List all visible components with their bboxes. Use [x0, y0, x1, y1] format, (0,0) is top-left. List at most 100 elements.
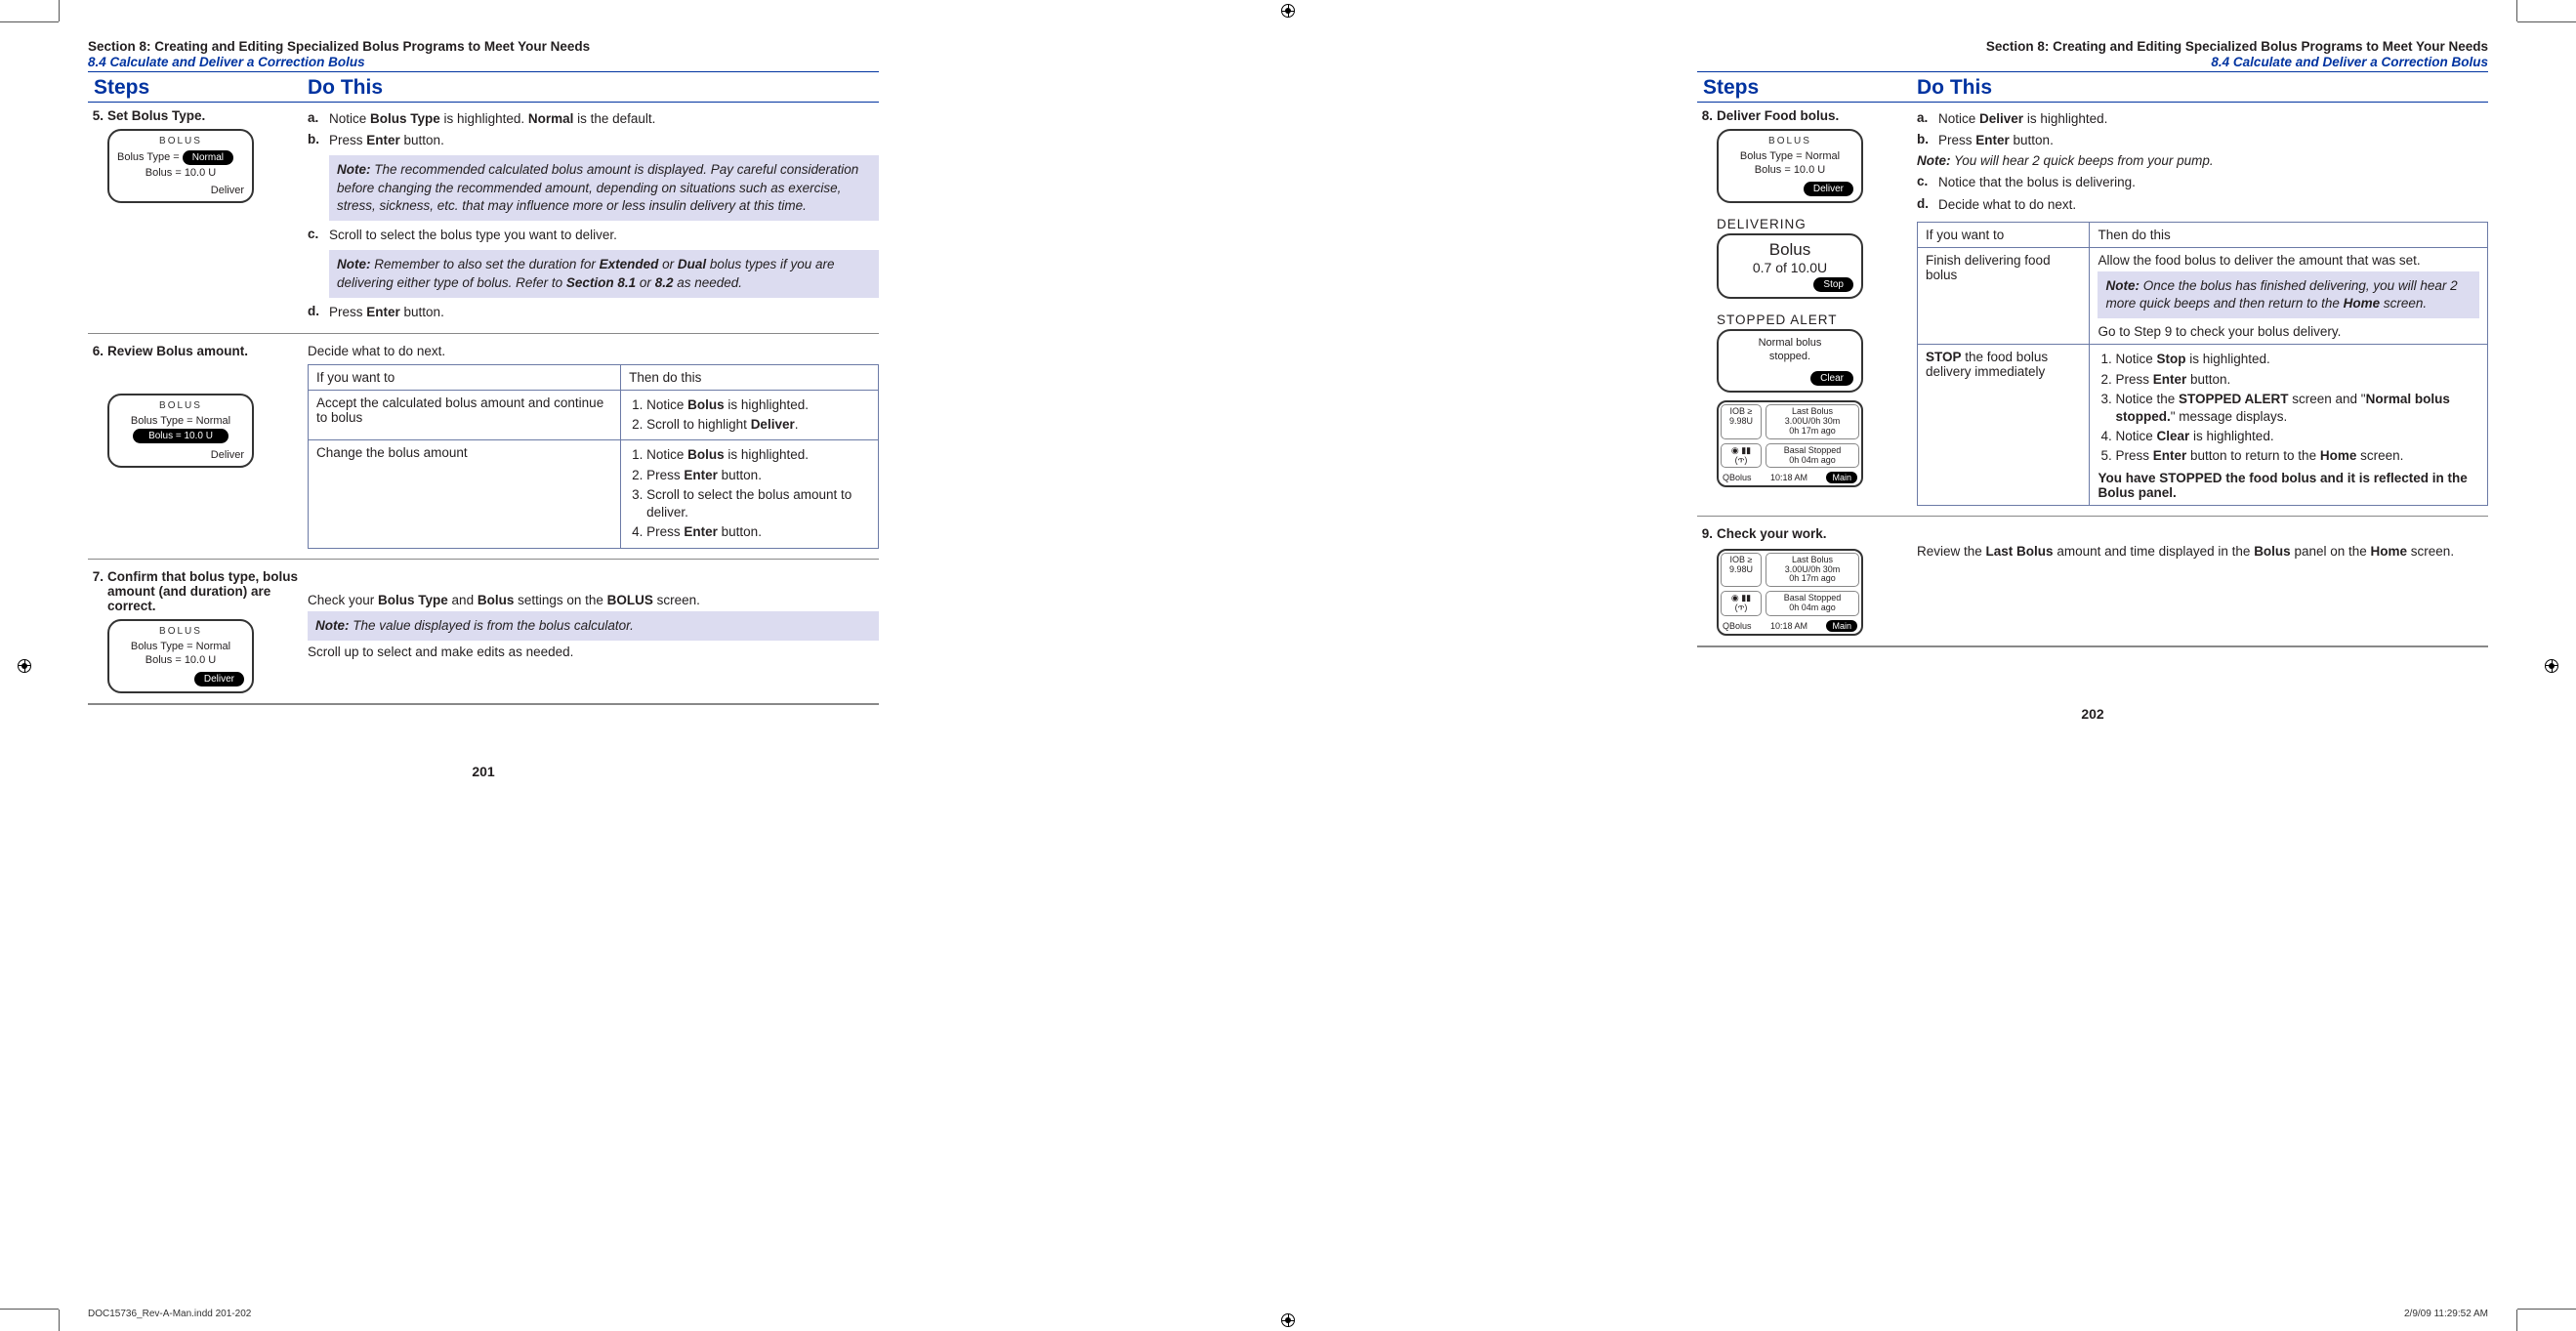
- home-footer-pill: Main: [1826, 472, 1857, 483]
- substep-label: b.: [1917, 132, 1938, 149]
- substep-text: Decide what to do next.: [1938, 196, 2488, 214]
- table-cell: Change the bolus amount: [309, 440, 621, 548]
- body-text: Check your Bolus Type and Bolus settings…: [308, 593, 879, 607]
- signal-icon: (ጥ): [1735, 603, 1748, 612]
- home-footer-time: 10:18 AM: [1770, 473, 1807, 482]
- screen-line: Bolus Type =: [117, 151, 183, 163]
- note-box: Note: The value displayed is from the bo…: [308, 611, 879, 641]
- device-screen-bolus-confirm: BOLUS Bolus Type = Normal Bolus = 10.0 U…: [107, 619, 254, 693]
- device-screen-bolus-deliver: BOLUS Bolus Type = Normal Bolus = 10.0 U…: [1717, 129, 1863, 203]
- home-iob-label: IOB ≥: [1730, 406, 1753, 416]
- step-6-number: 6.: [92, 344, 107, 358]
- step-9-row: 9.Check your work. IOB ≥9.98U Last Bolus…: [1697, 522, 2488, 640]
- registration-mark-right: [2545, 659, 2558, 673]
- crop-cut-mark: [59, 0, 60, 21]
- substep-label: d.: [1917, 196, 1938, 214]
- header-rule: [1697, 102, 2488, 103]
- device-screen-bolus-select-type: BOLUS Bolus Type = Normal Bolus = 10.0 U…: [107, 129, 254, 203]
- battery-icon: ◉ ▮▮: [1731, 445, 1751, 455]
- registration-mark-bottom: [1281, 1313, 1295, 1327]
- home-last-bolus-line: 0h 17m ago: [1789, 573, 1836, 583]
- crop-cut-mark: [2517, 21, 2576, 22]
- column-header-do-this: Do This: [1917, 76, 2488, 100]
- home-basal-line: 0h 04m ago: [1789, 603, 1836, 612]
- step-8-row: 8.Deliver Food bolus. BOLUS Bolus Type =…: [1697, 104, 2488, 510]
- step-separator: [88, 559, 879, 560]
- table-cell: Accept the calculated bolus amount and c…: [309, 390, 621, 439]
- screen-softkey: Deliver: [109, 447, 252, 461]
- home-basal-title: Basal Stopped: [1784, 445, 1842, 455]
- device-screen-bolus-amount: BOLUS Bolus Type = Normal Bolus = 10.0 U…: [107, 394, 254, 468]
- decision-table: If you want toThen do this Accept the ca…: [308, 364, 879, 549]
- step-intro: Decide what to do next.: [308, 344, 879, 358]
- step-5-number: 5.: [92, 108, 107, 123]
- header-rule: [88, 102, 879, 103]
- slug-line-right: 2/9/09 11:29:52 AM: [2404, 1309, 2488, 1319]
- home-iob-label: IOB ≥: [1730, 555, 1753, 564]
- header-rule: [88, 71, 879, 72]
- screen-title: BOLUS: [109, 136, 252, 146]
- home-last-bolus-line: 0h 17m ago: [1789, 426, 1836, 436]
- screen-title: BOLUS: [109, 400, 252, 411]
- table-footer-bold: You have STOPPED the food bolus and it i…: [2098, 471, 2479, 500]
- crop-cut-mark: [2516, 0, 2517, 21]
- substep-label: d.: [308, 304, 329, 321]
- substep-label: a.: [308, 110, 329, 128]
- device-screen-delivering: Bolus 0.7 of 10.0U Stop: [1717, 233, 1863, 299]
- table-cell: Notice Stop is highlighted. Press Enter …: [2090, 345, 2488, 505]
- section-title: Section 8: Creating and Editing Speciali…: [1697, 39, 2488, 54]
- table-header: Then do this: [2090, 222, 2488, 247]
- home-last-bolus-line: 3.00U/0h 30m: [1785, 564, 1841, 574]
- screen-highlight-pill: Bolus = 10.0 U: [133, 429, 229, 443]
- decision-table: If you want toThen do this Finish delive…: [1917, 222, 2488, 506]
- screen-softkey-pill: Clear: [1810, 371, 1853, 386]
- home-footer-pill: Main: [1826, 620, 1857, 632]
- section-subtitle: 8.4 Calculate and Deliver a Correction B…: [1697, 55, 2488, 69]
- step-5-row: 5.Set Bolus Type. BOLUS Bolus Type = Nor…: [88, 104, 879, 327]
- screen-softkey-pill: Stop: [1813, 277, 1853, 292]
- device-screen-home: IOB ≥9.98U Last Bolus3.00U/0h 30m0h 17m …: [1717, 549, 1863, 636]
- step-5-title: Set Bolus Type.: [107, 108, 205, 123]
- home-last-bolus-title: Last Bolus: [1792, 406, 1833, 416]
- step-7-row: 7.Confirm that bolus type, bolus amount …: [88, 565, 879, 697]
- step-7-title: Confirm that bolus type, bolus amount (a…: [107, 569, 298, 613]
- substep-text: Press Enter button.: [329, 132, 879, 149]
- crop-cut-mark: [59, 1310, 60, 1331]
- section-title: Section 8: Creating and Editing Speciali…: [88, 39, 879, 54]
- screen-line: Bolus Type = Normal: [117, 640, 244, 653]
- home-footer-left: QBolus: [1723, 473, 1752, 482]
- inline-note: Note: You will hear 2 quick beeps from y…: [1917, 151, 2488, 172]
- device-screen-home: IOB ≥9.98U Last Bolus3.00U/0h 30m0h 17m …: [1717, 400, 1863, 487]
- table-header: If you want to: [309, 364, 621, 390]
- header-rule: [1697, 71, 2488, 72]
- table-header: If you want to: [1918, 222, 2090, 247]
- registration-mark-top: [1281, 4, 1295, 18]
- home-iob-value: 9.98U: [1729, 564, 1753, 574]
- table-cell: STOP the food bolus delivery immediately: [1918, 345, 2090, 505]
- note-box: Note: Once the bolus has finished delive…: [2098, 271, 2479, 318]
- substep-label: c.: [1917, 174, 1938, 191]
- screen-highlight-pill: Normal: [183, 150, 233, 165]
- screen-softkey: Deliver: [109, 183, 252, 196]
- table-cell: Finish delivering food bolus: [1918, 247, 2090, 344]
- page-number: 201: [88, 764, 879, 779]
- home-footer-time: 10:18 AM: [1770, 621, 1807, 631]
- home-basal-line: 0h 04m ago: [1789, 455, 1836, 465]
- step-separator: [88, 703, 879, 705]
- screen-line: Bolus = 10.0 U: [1726, 163, 1853, 177]
- screen-label-stopped-alert: STOPPED ALERT: [1717, 312, 1907, 327]
- home-basal-title: Basal Stopped: [1784, 593, 1842, 603]
- column-header-steps: Steps: [88, 76, 308, 100]
- signal-icon: (ጥ): [1735, 455, 1748, 465]
- table-cell: Allow the food bolus to deliver the amou…: [2090, 247, 2488, 344]
- screen-softkey-pill: Deliver: [1804, 182, 1853, 196]
- step-9-title: Check your work.: [1717, 526, 1827, 541]
- substep-label: a.: [1917, 110, 1938, 128]
- substep-label: b.: [308, 132, 329, 149]
- note-box: Note: Remember to also set the duration …: [329, 250, 879, 297]
- slug-line-left: DOC15736_Rev-A-Man.indd 201-202: [88, 1309, 251, 1319]
- step-8-title: Deliver Food bolus.: [1717, 108, 1839, 123]
- screen-line: Normal bolus: [1719, 336, 1861, 350]
- screen-line: stopped.: [1719, 350, 1861, 363]
- column-header-steps: Steps: [1697, 76, 1917, 100]
